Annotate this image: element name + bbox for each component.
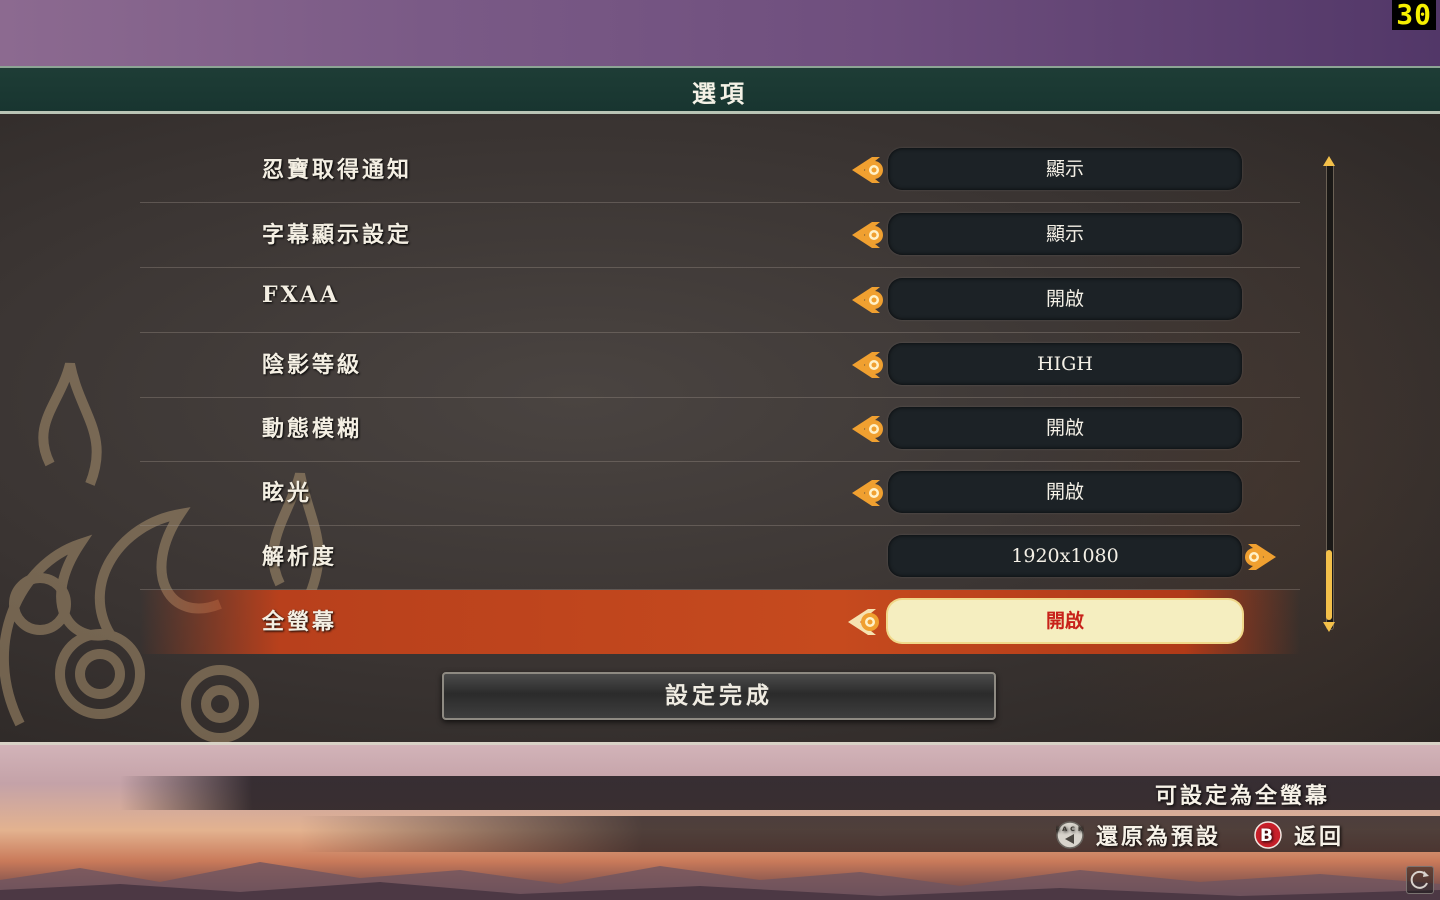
back-button-icon: BACK bbox=[1056, 821, 1084, 849]
back-control[interactable]: B 返回 bbox=[1254, 820, 1344, 850]
option-row-fxaa[interactable]: FXAA 開啟 bbox=[140, 268, 1300, 333]
option-label: 動態模糊 bbox=[262, 416, 363, 442]
option-value[interactable]: 1920x1080 bbox=[888, 535, 1242, 577]
back-label: 返回 bbox=[1294, 824, 1345, 850]
arrow-left-icon[interactable] bbox=[850, 219, 886, 251]
option-row-treasure-notify[interactable]: 忍寶取得通知 顯示 bbox=[140, 138, 1300, 203]
option-row-glare[interactable]: 眩光 開啟 bbox=[140, 461, 1300, 526]
arrow-left-icon[interactable] bbox=[850, 477, 886, 509]
option-row-motion-blur[interactable]: 動態模糊 開啟 bbox=[140, 397, 1300, 462]
b-button-icon-text: B bbox=[1260, 826, 1276, 846]
option-row-resolution[interactable]: 解析度 1920x1080 bbox=[140, 525, 1300, 590]
arrow-left-icon[interactable] bbox=[850, 413, 886, 445]
option-label: 解析度 bbox=[262, 544, 338, 570]
scroll-down-icon[interactable] bbox=[1322, 620, 1336, 632]
option-label: 字幕顯示設定 bbox=[262, 222, 413, 248]
option-value[interactable]: 開啟 bbox=[888, 278, 1242, 320]
arrow-right-icon[interactable] bbox=[1242, 541, 1278, 573]
option-label: 全螢幕 bbox=[262, 609, 338, 635]
refresh-icon[interactable] bbox=[1406, 866, 1434, 894]
option-row-fullscreen-selected[interactable]: 全螢幕 開啟 bbox=[140, 590, 1300, 654]
done-button[interactable]: 設定完成 bbox=[442, 672, 996, 720]
reset-label: 還原為預設 bbox=[1096, 824, 1222, 850]
option-label: 忍寶取得通知 bbox=[262, 157, 413, 183]
option-value[interactable]: HIGH bbox=[888, 343, 1242, 385]
option-row-shadow[interactable]: 陰影等級 HIGH bbox=[140, 333, 1300, 398]
arrow-left-icon[interactable] bbox=[850, 349, 886, 381]
scrollbar-thumb[interactable] bbox=[1326, 550, 1332, 620]
top-background bbox=[0, 0, 1440, 66]
reset-to-default-control[interactable]: BACK 還原為預設 bbox=[1056, 820, 1221, 850]
option-value[interactable]: 顯示 bbox=[888, 148, 1242, 190]
b-button-icon: B bbox=[1254, 821, 1282, 849]
arrow-left-icon[interactable] bbox=[850, 284, 886, 316]
hint-text: 可設定為全螢幕 bbox=[1154, 783, 1330, 809]
arrow-left-icon[interactable] bbox=[850, 154, 886, 186]
option-label: FXAA bbox=[262, 282, 341, 308]
option-label: 眩光 bbox=[262, 480, 313, 506]
option-value[interactable]: 開啟 bbox=[888, 471, 1242, 513]
option-value[interactable]: 顯示 bbox=[888, 213, 1242, 255]
page-title: 選項 bbox=[692, 79, 748, 108]
option-value[interactable]: 開啟 bbox=[888, 600, 1242, 642]
option-value[interactable]: 開啟 bbox=[888, 407, 1242, 449]
fps-counter: 30 bbox=[1392, 0, 1436, 30]
header-bar: 選項 bbox=[0, 66, 1440, 114]
arrow-left-icon[interactable] bbox=[846, 606, 882, 638]
back-button-icon-text: BACK bbox=[1056, 825, 1084, 833]
scroll-up-icon[interactable] bbox=[1322, 156, 1336, 168]
option-row-subtitle[interactable]: 字幕顯示設定 顯示 bbox=[140, 203, 1300, 268]
option-label: 陰影等級 bbox=[262, 352, 363, 378]
